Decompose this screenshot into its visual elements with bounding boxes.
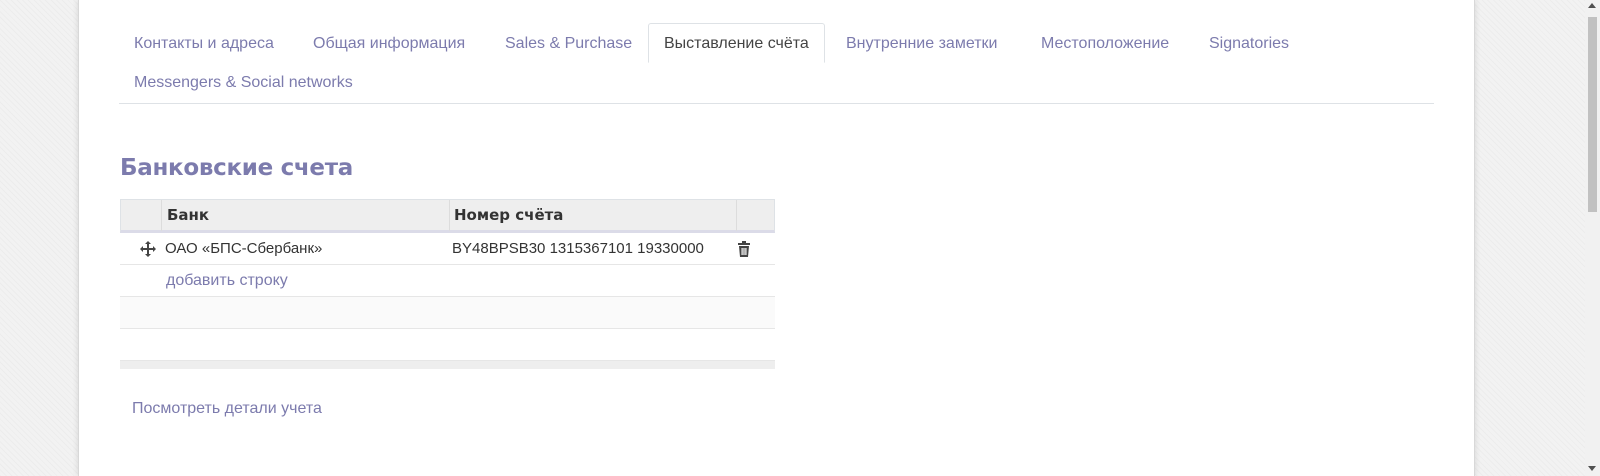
scroll-down-arrow-icon[interactable] [1588,466,1596,471]
tab-sales-purchase[interactable]: Sales & Purchase [490,24,647,64]
tab-messengers-social[interactable]: Messengers & Social networks [119,63,368,103]
empty-row [120,297,775,329]
tab-contacts-addresses[interactable]: Контакты и адреса [119,24,289,64]
tab-location[interactable]: Местоположение [1026,24,1184,64]
table-row[interactable]: ОАО «БПС-Сбербанк» BY48BPSB30 1315367101… [120,233,775,265]
bank-accounts-table: Банк Номер счёта ОАО «БПС-Сбербанк» BY48… [120,199,775,369]
add-row: добавить строку [120,265,775,297]
tab-signatories[interactable]: Signatories [1194,24,1304,64]
trash-icon[interactable] [737,241,751,257]
tab-general-info[interactable]: Общая информация [298,24,480,64]
table-header: Банк Номер счёта [120,199,775,233]
scroll-up-arrow-icon[interactable] [1588,3,1596,8]
page-scrollbar[interactable] [1585,0,1600,476]
view-account-details-link[interactable]: Посмотреть детали учета [132,400,322,418]
empty-row [120,329,775,361]
column-header-account-number[interactable]: Номер счёта [454,200,563,231]
tab-internal-notes[interactable]: Внутренние заметки [831,24,1012,64]
notebook-tabs: Контакты и адреса Общая информация Sales… [119,23,1434,104]
section-title-bank-accounts: Банковские счета [120,155,353,181]
scrollbar-thumb[interactable] [1588,17,1597,212]
add-row-link[interactable]: добавить строку [166,265,288,296]
column-header-bank[interactable]: Банк [167,200,209,231]
bank-name-cell[interactable]: ОАО «БПС-Сбербанк» [165,233,322,264]
form-sheet: Контакты и адреса Общая информация Sales… [78,0,1475,476]
table-footer [120,361,775,369]
account-number-cell[interactable]: BY48BPSB30 1315367101 19330000 [452,233,704,264]
move-arrows-icon[interactable] [140,241,156,257]
tab-invoicing[interactable]: Выставление счёта [648,23,825,63]
